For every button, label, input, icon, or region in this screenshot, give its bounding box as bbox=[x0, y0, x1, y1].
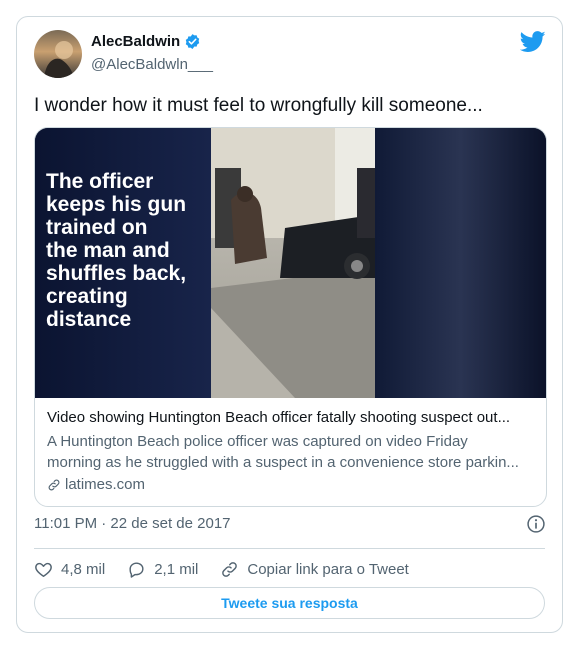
overlay-line-2: keeps his gun bbox=[46, 193, 186, 216]
link-title[interactable]: Video showing Huntington Beach officer f… bbox=[47, 408, 534, 428]
overlay-line-6: creating bbox=[46, 285, 128, 308]
link-description-line-2: morning as he struggled with a suspect i… bbox=[47, 454, 519, 471]
author-handle[interactable]: @AlecBaldwln___ bbox=[91, 56, 213, 73]
info-icon[interactable] bbox=[526, 514, 546, 534]
like-button[interactable]: 4,8 mil bbox=[34, 560, 105, 579]
link-preview-card[interactable]: The officer keeps his gun trained on the… bbox=[34, 127, 547, 507]
link-domain-text[interactable]: latimes.com bbox=[65, 476, 145, 493]
overlay-line-4: the man and bbox=[46, 239, 170, 262]
copy-link-button[interactable]: Copiar link para o Tweet bbox=[220, 560, 409, 579]
tweet-timestamp[interactable]: 11:01 PM · 22 de set de 2017 bbox=[34, 515, 231, 532]
like-count: 4,8 mil bbox=[61, 560, 106, 578]
author-name-text[interactable]: AlecBaldwin bbox=[91, 33, 180, 50]
overlay-line-5: shuffles back, bbox=[46, 262, 186, 285]
tweet-text: I wonder how it must feel to wrongfully … bbox=[34, 95, 483, 116]
tweet-card: AlecBaldwin @AlecBaldwln___ I wonder how… bbox=[16, 16, 563, 633]
link-description-line-1: A Huntington Beach police officer was ca… bbox=[47, 433, 468, 450]
author-name[interactable]: AlecBaldwin bbox=[91, 33, 201, 50]
action-bar: 4,8 mil 2,1 mil Copiar link para o Tweet bbox=[34, 557, 431, 581]
copy-link-label: Copiar link para o Tweet bbox=[247, 560, 409, 578]
chain-link-icon bbox=[222, 561, 238, 577]
heart-icon bbox=[35, 562, 52, 577]
link-preview-image[interactable]: The officer keeps his gun trained on the… bbox=[35, 128, 546, 398]
avatar[interactable] bbox=[34, 30, 82, 78]
link-domain[interactable]: latimes.com bbox=[47, 476, 534, 493]
overlay-line-7: distance bbox=[46, 308, 131, 331]
reply-button[interactable]: 2,1 mil bbox=[127, 560, 198, 579]
overlay-line-3: trained on bbox=[46, 216, 148, 239]
link-description: A Huntington Beach police officer was ca… bbox=[47, 431, 534, 473]
verified-badge-icon bbox=[185, 34, 200, 49]
reply-count: 2,1 mil bbox=[154, 560, 199, 578]
link-icon bbox=[48, 479, 60, 490]
reply-bubble-icon bbox=[129, 561, 144, 578]
overlay-line-1: The officer bbox=[46, 170, 153, 193]
twitter-bird-icon[interactable] bbox=[520, 31, 546, 53]
divider bbox=[34, 548, 545, 549]
tweet-reply-button[interactable]: Tweete sua resposta bbox=[34, 587, 545, 619]
